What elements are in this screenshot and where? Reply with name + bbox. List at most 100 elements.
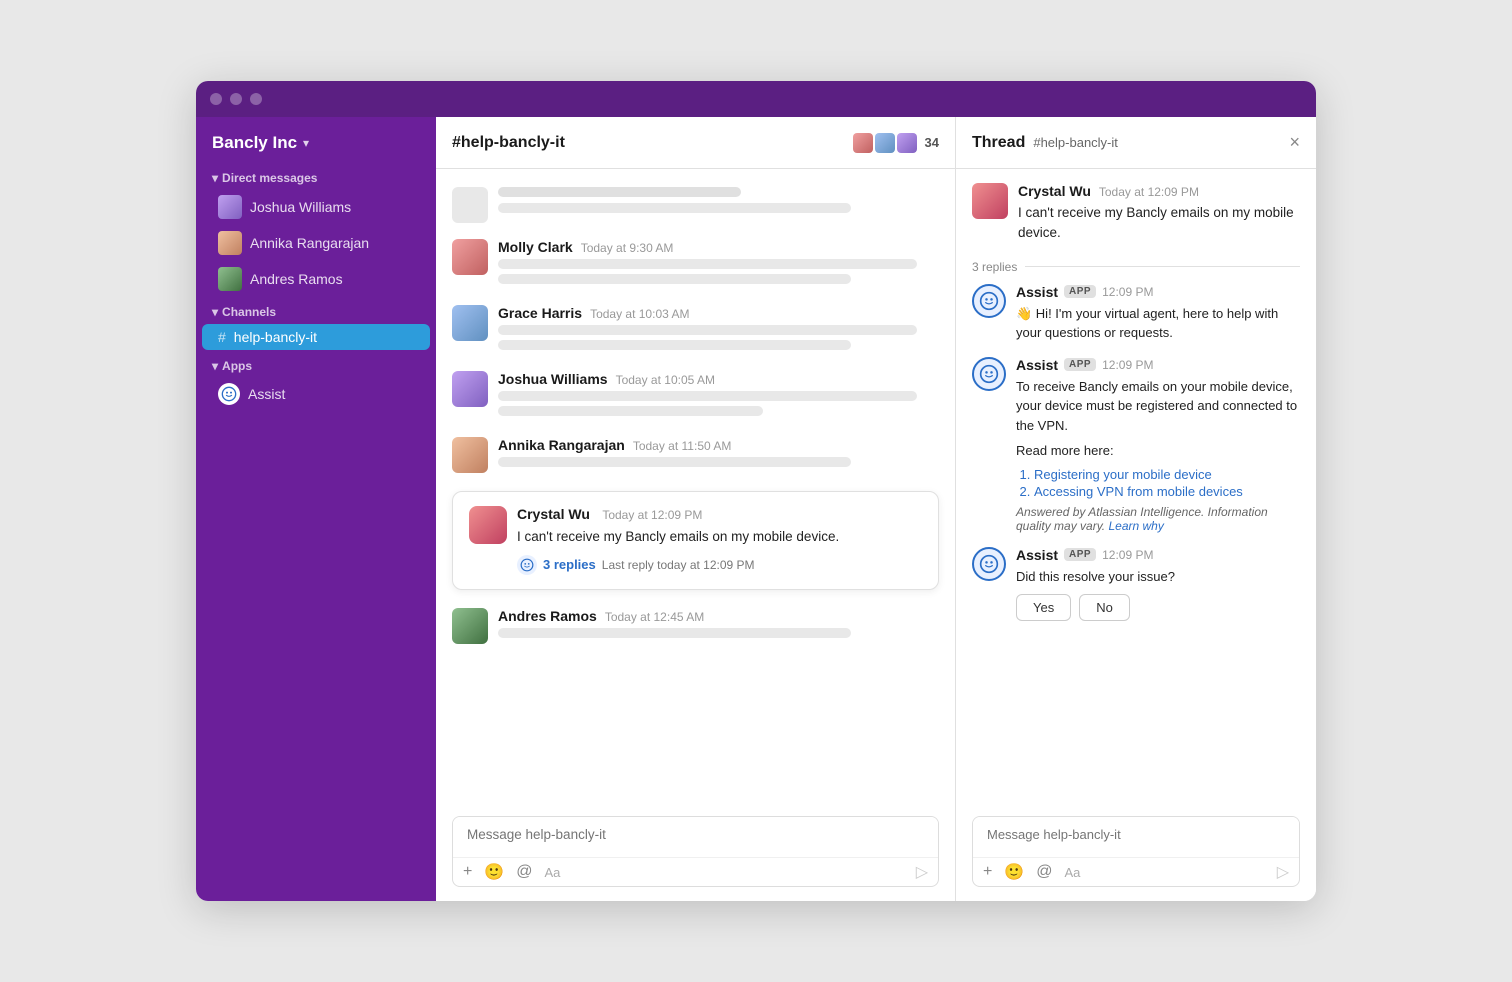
channel-message-input[interactable] [453,817,938,852]
assist-icon-1 [972,284,1006,318]
titlebar-dot-3 [250,93,262,105]
highlighted-message-crystal-wu[interactable]: Crystal Wu Today at 12:09 PM I can't rec… [452,491,939,590]
thread-title: Thread [972,134,1025,152]
learn-why-link[interactable]: Learn why [1108,519,1163,533]
assist-name-3: Assist [1016,547,1058,563]
main-area: Bancly Inc ▾ ▾ Direct messages Joshua Wi… [196,117,1316,901]
thread-emoji-icon[interactable]: 🙂 [1004,862,1024,882]
dm-section-label: ▾ Direct messages [196,163,436,189]
header-avatars [853,133,917,153]
apps-chevron-icon: ▾ [212,359,218,373]
channel-header: #help-bancly-it 34 [436,117,955,169]
assist-time-2: 12:09 PM [1102,358,1153,372]
thread-message-input[interactable] [973,817,1299,852]
andres-msg-time: Today at 12:45 AM [605,610,704,624]
replies-assist-icon [517,555,537,575]
mention-icon[interactable]: @ [516,863,532,881]
workspace-chevron-icon: ▾ [303,136,309,150]
assist-message-3: Assist APP 12:09 PM Did this resolve you… [972,547,1300,622]
assist-time-1: 12:09 PM [1102,285,1153,299]
plus-icon[interactable]: + [463,863,472,881]
thread-header: Thread #help-bancly-it × [956,117,1316,169]
dm-chevron-icon: ▾ [212,171,218,185]
thread-sender-name: Crystal Wu [1018,183,1091,199]
message-andres-ramos: Andres Ramos Today at 12:45 AM [452,602,939,650]
apps-section-label: ▾ Apps [196,351,436,377]
joshua-msg-name: Joshua Williams [498,371,608,387]
placeholder-avatar [452,187,488,223]
molly-avatar [452,239,488,275]
thread-plus-icon[interactable]: + [983,863,992,881]
assist-label: Assist [248,386,285,402]
assist-link-1[interactable]: Registering your mobile device [1034,467,1300,482]
assist-badge-2: APP [1064,358,1096,371]
grace-time: Today at 10:03 AM [590,307,689,321]
joshua-msg-time: Today at 10:05 AM [616,373,715,387]
assist-icon-3 [972,547,1006,581]
crystal-highlight-avatar [469,506,507,544]
andres-msg-avatar [452,608,488,644]
thread-crystal-avatar [972,183,1008,219]
thread-original-text: I can't receive my Bancly emails on my m… [1018,203,1300,244]
annika-label: Annika Rangarajan [250,235,369,251]
resolve-yes-button[interactable]: Yes [1016,594,1071,621]
sidebar-item-joshua-williams[interactable]: Joshua Williams [202,190,430,224]
annika-msg-name: Annika Rangarajan [498,437,625,453]
thread-messages: Crystal Wu Today at 12:09 PM I can't rec… [956,169,1316,806]
sidebar-item-annika-rangarajan[interactable]: Annika Rangarajan [202,226,430,260]
thread-close-button[interactable]: × [1289,132,1300,153]
thread-input-toolbar: + 🙂 @ Aa ▷ [973,857,1299,886]
emoji-icon[interactable]: 🙂 [484,862,504,882]
app-window: Bancly Inc ▾ ▾ Direct messages Joshua Wi… [196,81,1316,901]
thread-channel-name: #help-bancly-it [1033,135,1118,150]
assist-link-2[interactable]: Accessing VPN from mobile devices [1034,484,1300,499]
annika-msg-time: Today at 11:50 AM [633,439,732,453]
assist-attribution: Answered by Atlassian Intelligence. Info… [1016,505,1300,533]
grace-avatar [452,305,488,341]
header-avatar-1 [853,133,873,153]
assist-badge-1: APP [1064,285,1096,298]
andres-msg-name: Andres Ramos [498,608,597,624]
replies-meta: Last reply today at 12:09 PM [602,558,755,572]
assist-read-more: Read more here: [1016,441,1300,461]
sidebar-item-assist[interactable]: Assist [202,378,430,410]
thread-panel: Thread #help-bancly-it × Crystal Wu Toda… [956,117,1316,901]
channel-title: #help-bancly-it [452,134,845,152]
assist-text-1: 👋 Hi! I'm your virtual agent, here to he… [1016,304,1300,343]
joshua-label: Joshua Williams [250,199,351,215]
assist-badge-3: APP [1064,548,1096,561]
member-count: 34 [925,135,939,150]
message-molly-clark: Molly Clark Today at 9:30 AM [452,233,939,295]
thread-input-box: + 🙂 @ Aa ▷ [972,816,1300,887]
resolve-no-button[interactable]: No [1079,594,1130,621]
assist-time-3: 12:09 PM [1102,548,1153,562]
sidebar: Bancly Inc ▾ ▾ Direct messages Joshua Wi… [196,117,436,901]
replies-count-label: 3 replies [972,260,1017,274]
thread-format-text-label: Aa [1065,865,1081,880]
molly-name: Molly Clark [498,239,573,255]
assist-name-2: Assist [1016,357,1058,373]
joshua-avatar [218,195,242,219]
placeholder-row [452,181,939,229]
thread-mention-icon[interactable]: @ [1036,863,1052,881]
send-icon[interactable]: ▷ [916,862,928,882]
annika-avatar [218,231,242,255]
assist-message-1: Assist APP 12:09 PM 👋 Hi! I'm your virtu… [972,284,1300,343]
andres-label: Andres Ramos [250,271,343,287]
crystal-highlight-name: Crystal Wu [517,506,590,522]
grace-name: Grace Harris [498,305,582,321]
format-text-label: Aa [545,865,561,880]
thread-input-area: + 🙂 @ Aa ▷ [956,806,1316,901]
assist-links: Registering your mobile device Accessing… [1016,467,1300,499]
molly-content: Molly Clark Today at 9:30 AM [498,239,939,289]
sidebar-item-andres-ramos[interactable]: Andres Ramos [202,262,430,296]
replies-link[interactable]: 3 replies [543,557,596,572]
thread-send-icon[interactable]: ▷ [1277,862,1289,882]
thread-sender-time: Today at 12:09 PM [1099,185,1199,199]
assist-text-2: To receive Bancly emails on your mobile … [1016,377,1300,436]
molly-time: Today at 9:30 AM [581,241,674,255]
workspace-header[interactable]: Bancly Inc ▾ [196,117,436,163]
sidebar-item-help-bancly-it[interactable]: # help-bancly-it [202,324,430,350]
assist-icon-2 [972,357,1006,391]
channel-label: help-bancly-it [234,329,317,345]
